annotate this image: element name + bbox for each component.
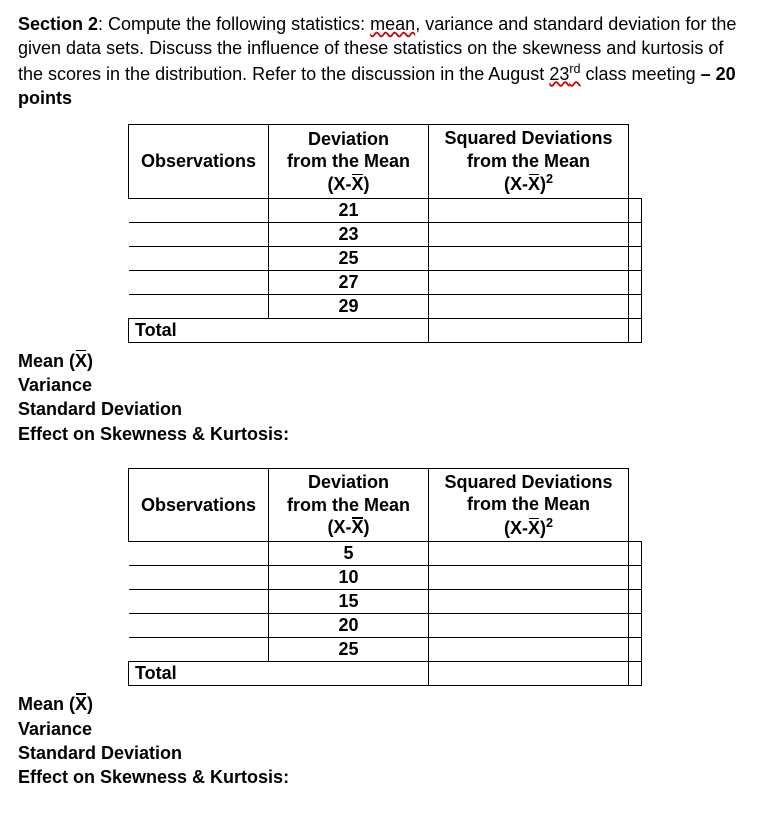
observation-value: 21: [269, 198, 429, 222]
date-number: 23rd: [549, 64, 580, 84]
header-squared-deviation: Squared Deviations from the Mean (X-X)2: [429, 125, 629, 199]
squared-cell: [629, 198, 642, 222]
total-label: Total: [129, 318, 429, 342]
deviation-cell: [429, 566, 629, 590]
squared-cell: [629, 222, 642, 246]
intro-text-3: class meeting: [581, 64, 701, 84]
section-intro: Section 2: Compute the following statist…: [18, 12, 739, 110]
squared-total: [629, 662, 642, 686]
table-row: 27: [129, 270, 642, 294]
observation-value: 27: [269, 270, 429, 294]
observation-value: 25: [269, 638, 429, 662]
observation-value: 10: [269, 566, 429, 590]
deviation-cell: [429, 198, 629, 222]
table-row: 21: [129, 198, 642, 222]
table-row: 29: [129, 294, 642, 318]
table-row: 20: [129, 614, 642, 638]
squared-total: [629, 318, 642, 342]
observation-value: 29: [269, 294, 429, 318]
deviation-cell: [429, 270, 629, 294]
squared-cell: [629, 638, 642, 662]
deviation-cell: [429, 294, 629, 318]
observation-value: 20: [269, 614, 429, 638]
header-observations: Observations: [129, 468, 269, 542]
table-row: 15: [129, 590, 642, 614]
mean-line: Mean (X): [18, 692, 739, 716]
squared-cell: [629, 246, 642, 270]
squared-cell: [629, 614, 642, 638]
table-row: 25: [129, 638, 642, 662]
table-row: 25: [129, 246, 642, 270]
observation-value: 5: [269, 542, 429, 566]
header-deviation: Deviation from the Mean (X-X): [269, 125, 429, 199]
intro-text-1: : Compute the following statistics:: [98, 14, 370, 34]
total-row: Total: [129, 662, 642, 686]
header-deviation: Deviation from the Mean (X-X): [269, 468, 429, 542]
squared-cell: [629, 270, 642, 294]
deviation-cell: [429, 222, 629, 246]
statistics-table-2: Observations Deviation from the Mean (X-…: [128, 468, 642, 687]
deviation-cell: [429, 638, 629, 662]
effect-line: Effect on Skewness & Kurtosis:: [18, 422, 739, 446]
stats-list-1: Mean (X) Variance Standard Deviation Eff…: [18, 349, 739, 446]
deviation-total: [429, 318, 629, 342]
squared-cell: [629, 294, 642, 318]
deviation-cell: [429, 246, 629, 270]
observation-value: 23: [269, 222, 429, 246]
deviation-cell: [429, 542, 629, 566]
table-row: 23: [129, 222, 642, 246]
mean-word: mean: [370, 14, 415, 34]
variance-line: Variance: [18, 717, 739, 741]
squared-cell: [629, 542, 642, 566]
deviation-cell: [429, 590, 629, 614]
total-label: Total: [129, 662, 429, 686]
header-squared-deviation: Squared Deviations from the Mean (X-X)2: [429, 468, 629, 542]
total-row: Total: [129, 318, 642, 342]
sd-line: Standard Deviation: [18, 741, 739, 765]
effect-line: Effect on Skewness & Kurtosis:: [18, 765, 739, 789]
deviation-total: [429, 662, 629, 686]
statistics-table-1: Observations Deviation from the Mean (X-…: [128, 124, 642, 343]
observation-value: 25: [269, 246, 429, 270]
mean-line: Mean (X): [18, 349, 739, 373]
deviation-cell: [429, 614, 629, 638]
obs-spacer: [129, 198, 269, 222]
squared-cell: [629, 566, 642, 590]
observation-value: 15: [269, 590, 429, 614]
variance-line: Variance: [18, 373, 739, 397]
table-row: 10: [129, 566, 642, 590]
header-observations: Observations: [129, 125, 269, 199]
section-label: Section 2: [18, 14, 98, 34]
dash: –: [701, 64, 711, 84]
squared-cell: [629, 590, 642, 614]
stats-list-2: Mean (X) Variance Standard Deviation Eff…: [18, 692, 739, 789]
sd-line: Standard Deviation: [18, 397, 739, 421]
table-row: 5: [129, 542, 642, 566]
